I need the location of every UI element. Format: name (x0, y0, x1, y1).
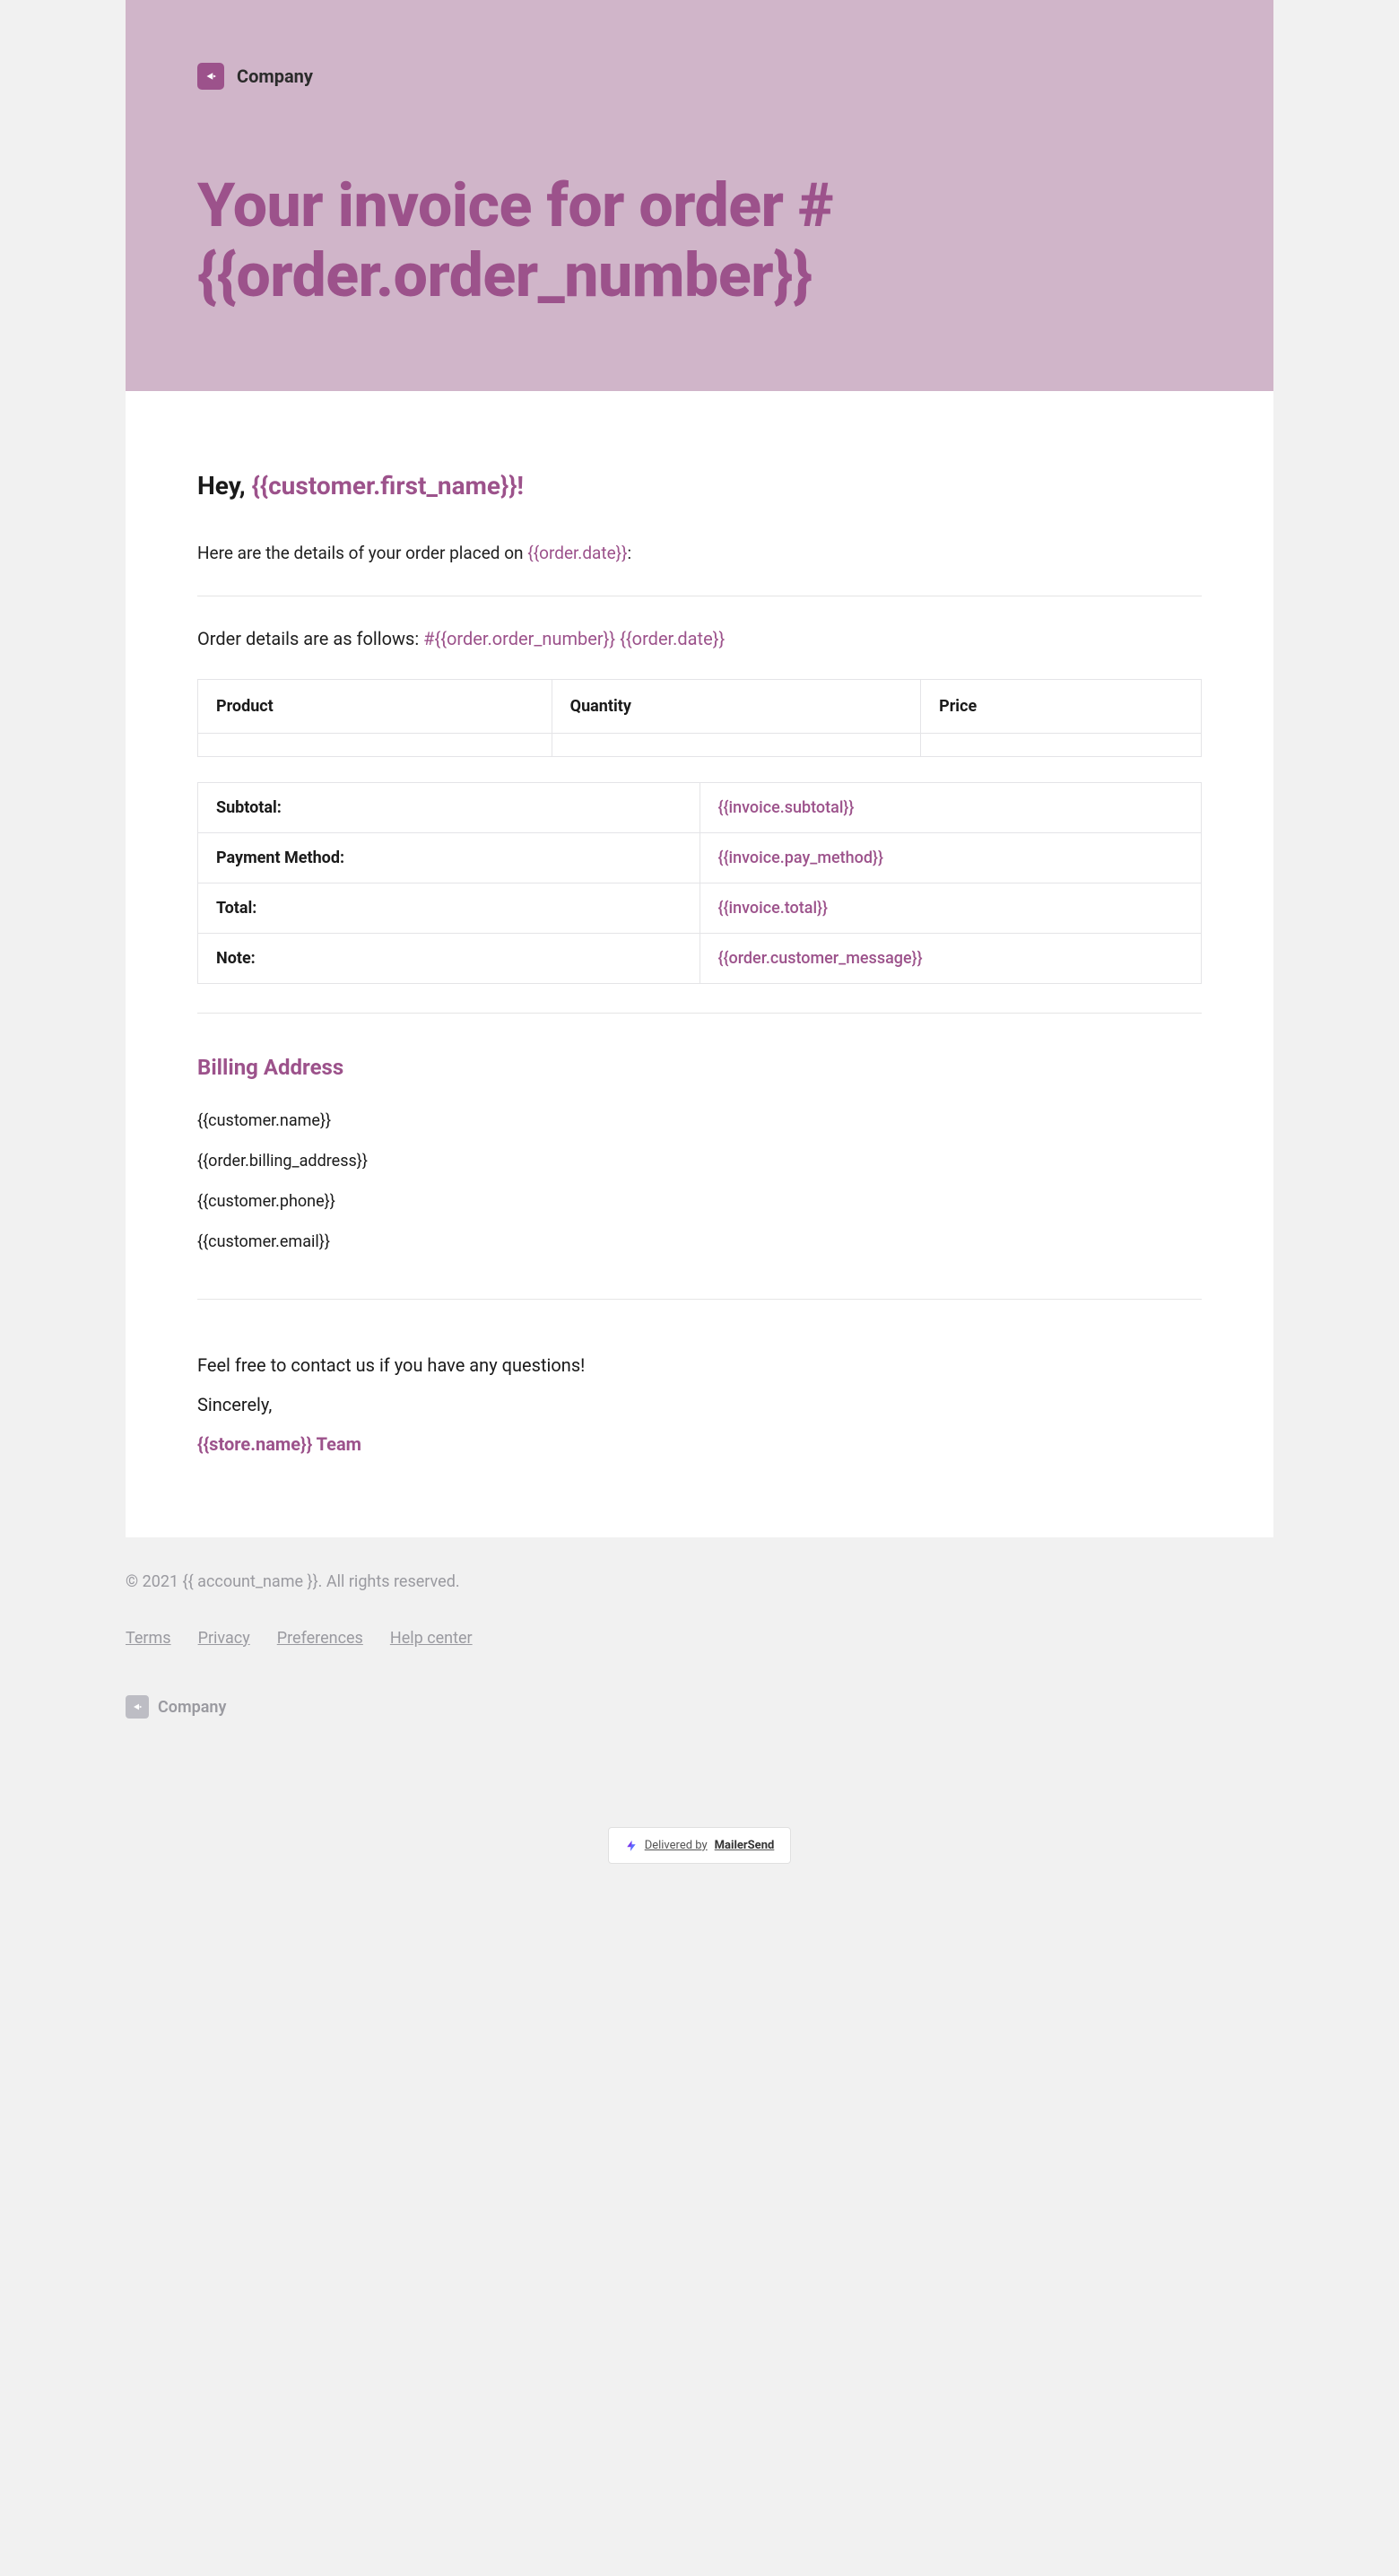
delivered-badge[interactable]: Delivered by MailerSend (608, 1827, 792, 1865)
intro-date: {{order.date}} (527, 543, 627, 563)
footer-brand-name: Company (158, 1695, 226, 1719)
order-details-vars: #{{order.order_number}} {{order.date}} (423, 628, 725, 649)
greeting-prefix: Hey, (197, 471, 252, 500)
table-row: Total: {{invoice.total}} (198, 883, 1202, 933)
footer-link-privacy[interactable]: Privacy (198, 1626, 250, 1650)
note-value: {{order.customer_message}} (700, 933, 1202, 983)
body-section: Hey, {{customer.first_name}}! Here are t… (126, 391, 1273, 1537)
billing-email: {{customer.email}} (197, 1230, 1202, 1254)
intro-colon: : (628, 543, 632, 563)
footer-brand: Company (126, 1695, 1273, 1719)
delivered-name: MailerSend (715, 1837, 775, 1855)
order-details-line: Order details are as follows: #{{order.o… (197, 625, 1202, 652)
greeting: Hey, {{customer.first_name}}! (197, 467, 1202, 505)
brand-name: Company (237, 63, 313, 90)
header-section: Company Your invoice for order #{{order.… (126, 0, 1273, 391)
divider (197, 1013, 1202, 1014)
closing-team: {{store.name}} Team (197, 1431, 1202, 1458)
cell-quantity (552, 733, 920, 756)
delivered-section: Delivered by MailerSend (126, 1827, 1273, 1865)
intro-prefix: Here are the details of your order place… (197, 543, 527, 563)
footer-link-preferences[interactable]: Preferences (277, 1626, 363, 1650)
cell-price (921, 733, 1202, 756)
delivered-prefix: Delivered by (645, 1837, 708, 1855)
table-row: Payment Method: {{invoice.pay_method}} (198, 832, 1202, 883)
copyright: © 2021 {{ account_name }}. All rights re… (126, 1570, 1273, 1594)
greeting-name: {{customer.first_name}}! (252, 471, 524, 500)
footer-section: © 2021 {{ account_name }}. All rights re… (126, 1537, 1273, 1719)
invoice-title: Your invoice for order #{{order.order_nu… (197, 170, 1202, 310)
totals-table: Subtotal: {{invoice.subtotal}} Payment M… (197, 782, 1202, 984)
th-price: Price (921, 679, 1202, 733)
order-details-prefix: Order details are as follows: (197, 628, 423, 649)
footer-link-terms[interactable]: Terms (126, 1626, 171, 1650)
th-product: Product (198, 679, 552, 733)
footer-links: Terms Privacy Preferences Help center (126, 1626, 1273, 1650)
bolt-icon (625, 1840, 638, 1852)
billing-address: {{order.billing_address}} (197, 1149, 1202, 1173)
closing-line1: Feel free to contact us if you have any … (197, 1352, 1202, 1379)
table-row: Note: {{order.customer_message}} (198, 933, 1202, 983)
closing-line2: Sincerely, (197, 1391, 1202, 1418)
cell-product (198, 733, 552, 756)
brand-row: Company (197, 63, 1202, 90)
note-label: Note: (198, 933, 700, 983)
intro-text: Here are the details of your order place… (197, 541, 1202, 567)
email-card: Company Your invoice for order #{{order.… (126, 0, 1273, 1537)
closing-block: Feel free to contact us if you have any … (197, 1352, 1202, 1458)
th-quantity: Quantity (552, 679, 920, 733)
billing-name: {{customer.name}} (197, 1109, 1202, 1133)
divider (197, 1299, 1202, 1300)
footer-link-help[interactable]: Help center (390, 1626, 473, 1650)
payment-value: {{invoice.pay_method}} (700, 832, 1202, 883)
brand-logo-icon (197, 63, 224, 90)
billing-heading: Billing Address (197, 1051, 1202, 1083)
table-row: Subtotal: {{invoice.subtotal}} (198, 782, 1202, 832)
products-table: Product Quantity Price (197, 679, 1202, 757)
subtotal-value: {{invoice.subtotal}} (700, 782, 1202, 832)
total-label: Total: (198, 883, 700, 933)
subtotal-label: Subtotal: (198, 782, 700, 832)
table-row (198, 733, 1202, 756)
total-value: {{invoice.total}} (700, 883, 1202, 933)
payment-label: Payment Method: (198, 832, 700, 883)
footer-brand-logo-icon (126, 1695, 149, 1719)
billing-phone: {{customer.phone}} (197, 1189, 1202, 1214)
